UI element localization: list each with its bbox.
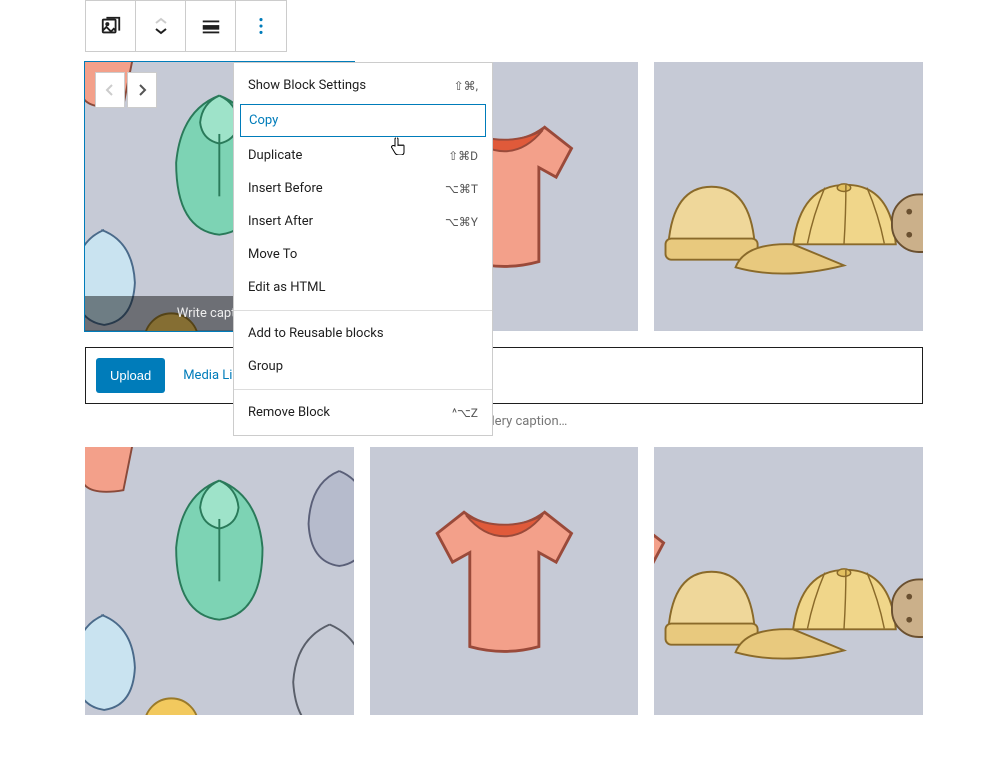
media-upload-panel: Upload Media Library: [85, 347, 923, 404]
chevron-up-icon: [155, 17, 167, 25]
image-nav-arrows: [95, 72, 157, 108]
menu-label: Edit as HTML: [248, 280, 325, 295]
menu-label: Add to Reusable blocks: [248, 326, 384, 341]
menu-move-to[interactable]: Move To: [234, 238, 492, 271]
menu-shortcut: ⇧⌘D: [448, 149, 478, 163]
gallery2-image-hats[interactable]: [654, 447, 923, 716]
gallery2-image-hoodies[interactable]: [85, 447, 354, 716]
chevron-left-icon: [105, 83, 115, 97]
menu-remove-block[interactable]: Remove Block ^⌥Z: [234, 396, 492, 429]
menu-shortcut: ^⌥Z: [452, 406, 478, 420]
gallery2-image-tshirt[interactable]: [370, 447, 639, 716]
menu-shortcut: ⇧⌘,: [454, 79, 478, 93]
menu-group[interactable]: Group: [234, 350, 492, 383]
menu-label: Move To: [248, 247, 297, 262]
next-image-button[interactable]: [127, 72, 157, 108]
gallery-block-2: [85, 447, 923, 716]
block-type-button[interactable]: [86, 1, 136, 51]
chevron-right-icon: [137, 83, 147, 97]
menu-copy[interactable]: Copy: [240, 104, 486, 137]
menu-label: Remove Block: [248, 405, 330, 420]
gallery-caption-input[interactable]: Write gallery caption…: [85, 414, 923, 429]
menu-label: Group: [248, 359, 283, 374]
prev-image-button[interactable]: [95, 72, 125, 108]
more-options-button[interactable]: [236, 1, 286, 51]
menu-shortcut: ⌥⌘Y: [445, 215, 478, 229]
tshirt-thumbnail-2: [370, 447, 639, 716]
hats-thumbnail: [654, 62, 923, 331]
menu-label: Insert Before: [248, 181, 323, 196]
gallery-block-1: Write caption…: [85, 62, 923, 331]
hats-thumbnail-2: [654, 447, 923, 716]
menu-label: Insert After: [248, 214, 313, 229]
gallery-image-hats[interactable]: [654, 62, 923, 331]
move-block-button[interactable]: [136, 1, 186, 51]
menu-duplicate[interactable]: Duplicate ⇧⌘D: [234, 139, 492, 172]
chevron-down-icon: [155, 27, 167, 35]
upload-button[interactable]: Upload: [96, 358, 165, 393]
menu-label: Duplicate: [248, 148, 302, 163]
block-options-menu: Show Block Settings ⇧⌘, Copy Duplicate ⇧…: [233, 62, 493, 436]
menu-add-reusable[interactable]: Add to Reusable blocks: [234, 317, 492, 350]
block-toolbar: [85, 0, 287, 52]
menu-insert-before[interactable]: Insert Before ⌥⌘T: [234, 172, 492, 205]
hoodies-thumbnail-2: [85, 447, 354, 716]
menu-edit-html[interactable]: Edit as HTML: [234, 271, 492, 304]
more-vertical-icon: [250, 15, 272, 37]
menu-insert-after[interactable]: Insert After ⌥⌘Y: [234, 205, 492, 238]
alignment-button[interactable]: [186, 1, 236, 51]
gallery-icon: [100, 15, 122, 37]
menu-show-block-settings[interactable]: Show Block Settings ⇧⌘,: [234, 69, 492, 102]
menu-shortcut: ⌥⌘T: [445, 182, 478, 196]
align-wide-icon: [200, 15, 222, 37]
menu-label: Copy: [249, 113, 278, 128]
menu-label: Show Block Settings: [248, 78, 366, 93]
